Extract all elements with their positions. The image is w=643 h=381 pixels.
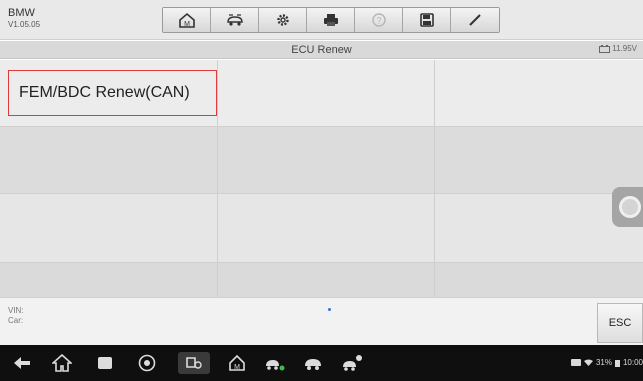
home-button[interactable]: M — [163, 8, 211, 32]
assist-circle-icon — [619, 196, 641, 218]
grid-cell-empty — [0, 263, 217, 300]
grid-cell-empty — [218, 194, 434, 262]
battery-status-icon — [614, 359, 620, 367]
vci-connection-icon[interactable] — [264, 354, 286, 372]
recent-apps-icon[interactable] — [96, 354, 114, 372]
esc-button[interactable]: ESC — [597, 303, 643, 343]
page-title: ECU Renew — [291, 44, 352, 56]
svg-text:M: M — [234, 364, 240, 371]
car-icon[interactable] — [302, 354, 324, 372]
battery-voltage: 11.95V — [599, 44, 637, 53]
fem-bdc-renew-label: FEM/BDC Renew(CAN) — [19, 84, 190, 101]
grid-cell-empty — [435, 60, 643, 126]
help-button[interactable]: ? — [355, 8, 403, 32]
grid-cell-empty — [435, 263, 643, 300]
home-icon: M — [178, 12, 195, 28]
browser-icon[interactable] — [138, 354, 156, 372]
save-icon — [419, 13, 434, 27]
car-label: Car: — [8, 316, 24, 325]
screenshot-icon — [186, 357, 202, 369]
floating-assist-button[interactable] — [612, 187, 643, 227]
grid-cell-empty — [0, 127, 217, 193]
grid-cell-empty — [0, 194, 217, 262]
brand-name: BMW — [8, 7, 35, 19]
brand-block: BMW V1.05.05 — [8, 8, 40, 30]
vin-label: VIN: — [8, 306, 24, 315]
keyboard-icon — [570, 359, 581, 366]
battery-icon — [599, 44, 611, 53]
vehicle-swap-button[interactable] — [211, 8, 259, 32]
help-icon: ? — [371, 13, 386, 27]
wifi-icon — [583, 359, 593, 366]
clock: 10:00 — [622, 358, 643, 367]
home-icon[interactable] — [52, 354, 72, 372]
diagnostic-home-icon[interactable]: M — [228, 354, 246, 372]
function-cell-fem-bdc[interactable]: FEM/BDC Renew(CAN) — [0, 60, 217, 126]
settings-button[interactable] — [259, 8, 307, 32]
fem-bdc-renew-button[interactable]: FEM/BDC Renew(CAN) — [8, 70, 217, 116]
grid-cell-empty — [218, 60, 434, 126]
grid-cell-empty — [218, 263, 434, 300]
svg-text:?: ? — [376, 16, 381, 26]
system-status: 31% 10:00 — [570, 358, 643, 367]
top-bar: BMW V1.05.05 M ? — [0, 0, 643, 40]
pen-icon — [469, 14, 481, 26]
system-nav-bar: M 31% 10:00 — [0, 345, 643, 381]
print-button[interactable] — [307, 8, 355, 32]
version-label: V1.05.05 — [8, 20, 41, 29]
grid-cell-empty — [435, 127, 643, 193]
battery-percent: 31% — [595, 358, 612, 367]
toolbar: M ? — [162, 7, 500, 33]
info-bar: VIN: Car: ESC — [0, 297, 643, 345]
grid-cell-empty — [218, 127, 434, 193]
gear-icon — [276, 14, 289, 26]
printer-icon — [323, 14, 338, 26]
page-indicator-dot — [328, 308, 331, 311]
edit-button[interactable] — [451, 8, 499, 32]
save-button[interactable] — [403, 8, 451, 32]
function-grid: FEM/BDC Renew(CAN) — [0, 60, 643, 300]
battery-voltage-value: 11.95V — [612, 44, 637, 53]
remote-service-icon[interactable] — [340, 354, 364, 372]
title-bar: ECU Renew 11.95V — [0, 41, 643, 59]
svg-text:M: M — [184, 21, 190, 28]
back-icon[interactable] — [12, 354, 32, 372]
car-swap-icon — [226, 14, 243, 26]
screenshot-button[interactable] — [178, 352, 210, 374]
